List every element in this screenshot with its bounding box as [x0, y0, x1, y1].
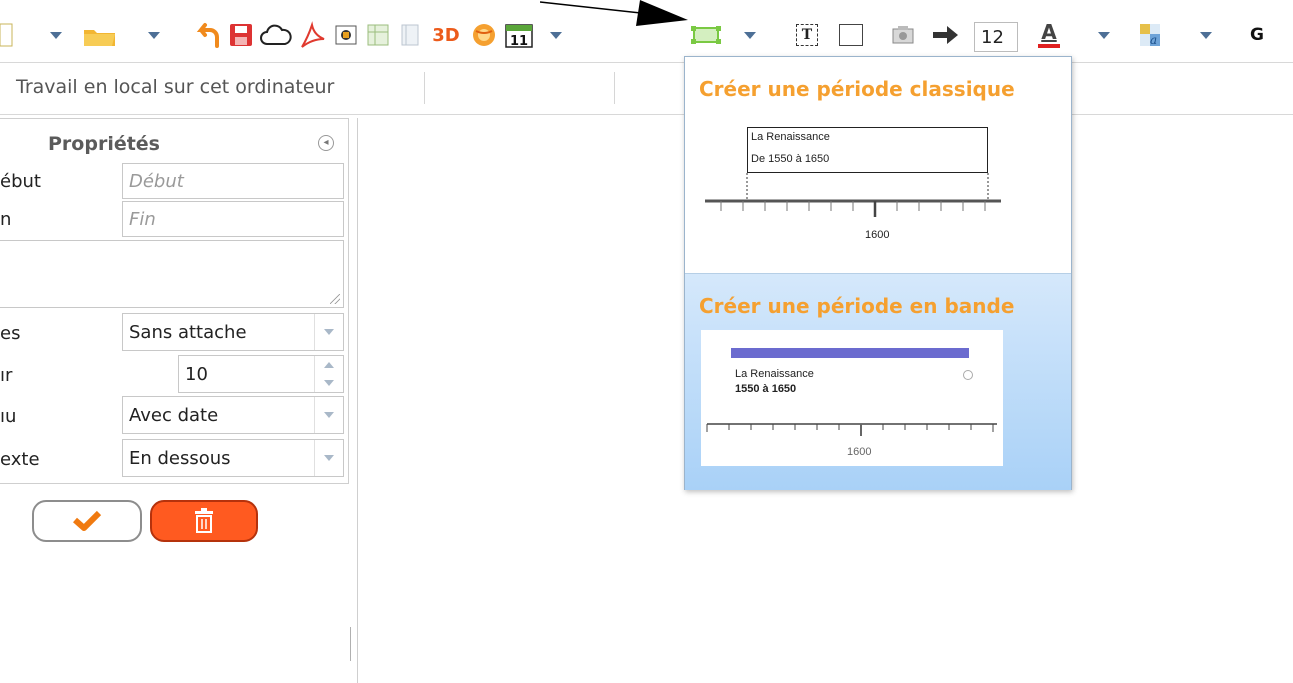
text-icon[interactable]: T	[792, 20, 822, 50]
preview-name: La Renaissance	[751, 131, 830, 143]
arrow-right-icon[interactable]	[928, 20, 962, 50]
end-label: n	[0, 209, 12, 230]
frame-icon[interactable]	[836, 20, 866, 50]
band-timeline-axis	[706, 423, 997, 436]
band-preview-name: La Renaissance	[735, 368, 814, 380]
resize-handle-icon[interactable]	[330, 294, 340, 304]
description-textarea[interactable]	[0, 240, 344, 308]
chevron-down-icon[interactable]	[314, 397, 343, 433]
background-pattern-icon[interactable]: a	[1134, 20, 1166, 50]
preview-tick-label: 1600	[865, 229, 890, 241]
font-color-glyph: A	[1041, 20, 1057, 44]
calendar-icon[interactable]: 11	[502, 20, 536, 50]
divider	[424, 72, 425, 104]
attach-label: es	[0, 323, 21, 344]
font-color-icon[interactable]: A	[1034, 20, 1064, 50]
level-select[interactable]: Avec date	[122, 396, 344, 434]
timeline-axis	[705, 173, 1001, 217]
properties-panel: Propriétés ◂ ébut Début n Fin es Sans at…	[0, 118, 349, 484]
chevron-down-icon	[1098, 31, 1110, 39]
chevron-down-icon	[50, 31, 62, 39]
calendar-dropdown[interactable]	[546, 20, 566, 50]
status-bar: Travail en local sur cet ordinateur	[0, 62, 1293, 115]
checkmark-icon	[73, 510, 102, 531]
media-icon[interactable]	[888, 20, 918, 50]
thickness-label: ır	[0, 365, 13, 386]
save-icon[interactable]	[226, 20, 256, 50]
frame-box	[839, 24, 863, 46]
classic-period-preview: La Renaissance De 1550 à 1650 1600	[701, 123, 1001, 263]
new-document-icon[interactable]	[0, 20, 14, 50]
thickness-value: 10	[185, 363, 208, 385]
scroll-marker	[350, 627, 351, 661]
band-bar	[731, 348, 969, 358]
chevron-down-icon	[148, 31, 160, 39]
start-placeholder: Début	[129, 170, 184, 192]
work-mode-label: Travail en local sur cet ordinateur	[16, 76, 335, 98]
text-position-select[interactable]: En dessous	[122, 439, 344, 477]
divider	[614, 72, 615, 104]
new-document-dropdown[interactable]	[46, 20, 66, 50]
font-color-dropdown[interactable]	[1094, 20, 1114, 50]
open-dropdown[interactable]	[144, 20, 164, 50]
classic-period-title: Créer une période classique	[699, 77, 1015, 101]
chevron-down-icon[interactable]	[314, 440, 343, 476]
circle-icon	[963, 370, 973, 380]
level-value: Avec date	[129, 404, 219, 426]
preview-range: De 1550 à 1650	[751, 153, 830, 165]
svg-text:11: 11	[510, 34, 528, 49]
trash-icon	[195, 508, 213, 533]
attach-select[interactable]: Sans attache	[122, 313, 344, 351]
end-placeholder: Fin	[129, 208, 156, 230]
level-label: ıu	[0, 406, 17, 427]
open-folder-icon[interactable]	[80, 20, 120, 50]
period-icon[interactable]	[688, 20, 724, 50]
spinner-icon[interactable]	[314, 356, 343, 392]
text-position-value: En dessous	[129, 447, 231, 469]
text-position-label: exte	[0, 449, 40, 470]
band-period-preview: La Renaissance 1550 à 1650 1600	[701, 330, 1003, 466]
pdf-icon[interactable]	[296, 20, 328, 50]
undo-icon[interactable]	[192, 20, 222, 50]
collapse-panel-icon[interactable]: ◂	[318, 135, 334, 151]
font-size-input[interactable]: 12	[974, 22, 1018, 52]
background-dropdown[interactable]	[1196, 20, 1216, 50]
confirm-button[interactable]	[32, 500, 142, 542]
menu-item-classic-period[interactable]: Créer une période classique La Renaissan…	[685, 57, 1071, 273]
font-color-bar	[1038, 44, 1060, 48]
calendar-grid-icon[interactable]	[364, 20, 392, 50]
bold-icon[interactable]: G	[1244, 20, 1270, 50]
chevron-down-icon	[744, 31, 756, 39]
chevron-down-icon	[1200, 31, 1212, 39]
period-dropdown[interactable]	[740, 20, 760, 50]
create-period-menu: Créer une période classique La Renaissan…	[684, 56, 1072, 490]
text-glyph: T	[796, 24, 818, 46]
band-preview-range: 1550 à 1650	[735, 383, 797, 395]
svg-text:a: a	[1150, 33, 1157, 47]
panel-title: Propriétés	[48, 133, 160, 155]
chevron-down-icon[interactable]	[314, 314, 343, 350]
band-period-title: Créer une période en bande	[699, 294, 1015, 318]
end-date-input[interactable]: Fin	[122, 201, 344, 237]
delete-button[interactable]	[150, 500, 258, 542]
attach-value: Sans attache	[129, 321, 247, 343]
cloud-icon[interactable]	[258, 20, 294, 50]
image-icon[interactable]	[332, 20, 360, 50]
band-preview-tick-label: 1600	[847, 446, 872, 458]
globe-icon[interactable]	[468, 20, 500, 50]
toolbar: 3D 11 T 12 A a G	[0, 0, 1293, 63]
start-date-input[interactable]: Début	[122, 163, 344, 199]
chevron-down-icon	[550, 31, 562, 39]
start-label: ébut	[0, 171, 41, 192]
page-icon[interactable]	[396, 20, 424, 50]
menu-item-band-period[interactable]: Créer une période en bande La Renaissanc…	[685, 273, 1071, 490]
canvas-divider	[357, 118, 358, 683]
thickness-stepper[interactable]: 10	[178, 355, 344, 393]
3d-icon[interactable]: 3D	[428, 20, 464, 50]
